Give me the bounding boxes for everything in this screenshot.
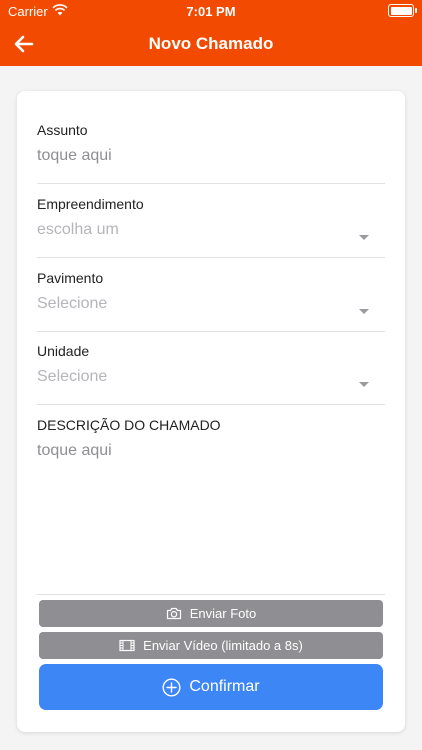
divider <box>37 594 385 595</box>
divider <box>37 404 385 405</box>
page-title: Novo Chamado <box>148 34 274 53</box>
form-card: Assunto toque aqui Empreendimento escolh… <box>17 91 405 732</box>
divider <box>37 331 385 332</box>
enviar-foto-button[interactable]: Enviar Foto <box>39 600 383 627</box>
pavimento-select[interactable]: Selecione <box>37 295 107 313</box>
divider <box>37 257 385 258</box>
assunto-field[interactable]: Assunto toque aqui <box>37 122 385 184</box>
chevron-down-icon[interactable] <box>359 309 369 314</box>
descricao-textarea[interactable]: toque aqui <box>37 442 112 460</box>
nav-bar: Novo Chamado <box>0 22 422 66</box>
enviar-video-label: Enviar Vídeo (limitado a 8s) <box>143 638 303 653</box>
enviar-video-button[interactable]: Enviar Vídeo (limitado a 8s) <box>39 632 383 659</box>
confirmar-label: Confirmar <box>189 678 260 695</box>
enviar-foto-label: Enviar Foto <box>189 606 257 621</box>
unidade-field[interactable]: Unidade Selecione <box>37 343 385 405</box>
empreendimento-field[interactable]: Empreendimento escolha um <box>37 196 385 258</box>
descricao-field[interactable]: DESCRIÇÃO DO CHAMADO toque aqui <box>37 417 385 477</box>
film-icon <box>119 639 135 652</box>
camera-icon <box>166 607 181 620</box>
status-bar: Carrier 7:01 PM <box>0 0 422 22</box>
pavimento-label: Pavimento <box>37 270 104 286</box>
assunto-input[interactable]: toque aqui <box>37 147 112 165</box>
pavimento-field[interactable]: Pavimento Selecione <box>37 270 385 332</box>
confirmar-button[interactable]: Confirmar <box>39 664 383 710</box>
battery-icon <box>388 4 417 17</box>
status-time: 7:01 PM <box>186 4 236 19</box>
empreendimento-label: Empreendimento <box>37 196 144 212</box>
divider <box>37 183 385 184</box>
unidade-label: Unidade <box>37 343 90 359</box>
empreendimento-select[interactable]: escolha um <box>37 221 119 239</box>
chevron-down-icon[interactable] <box>359 235 369 240</box>
assunto-label: Assunto <box>37 122 88 138</box>
plus-circle-icon <box>162 677 181 697</box>
chevron-down-icon[interactable] <box>359 382 369 387</box>
descricao-label: DESCRIÇÃO DO CHAMADO <box>37 417 221 433</box>
unidade-select[interactable]: Selecione <box>37 368 107 386</box>
